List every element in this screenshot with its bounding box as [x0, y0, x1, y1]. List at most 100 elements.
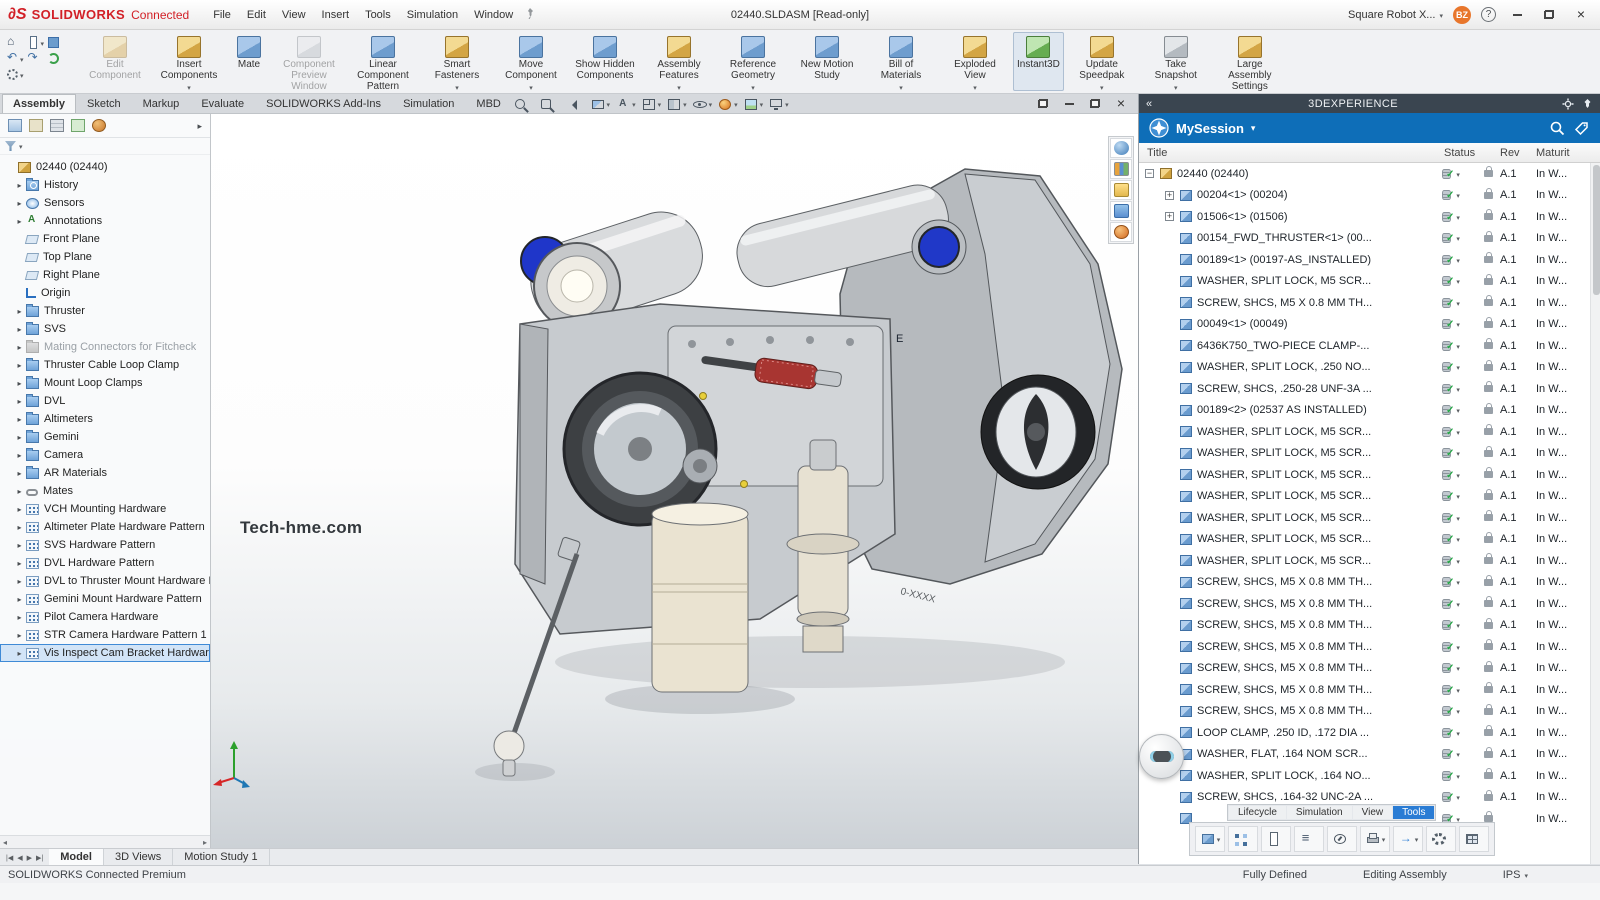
- expand-panel-arrow-icon[interactable]: [197, 120, 202, 132]
- hud-button[interactable]: [563, 97, 586, 112]
- expand-arrow-icon[interactable]: [14, 485, 25, 497]
- tabs-last-icon[interactable]: [36, 851, 43, 863]
- tree-item[interactable]: SVS Hardware Pattern: [0, 536, 210, 554]
- assistant-widget[interactable]: [1139, 734, 1184, 779]
- hud-button[interactable]: [538, 97, 561, 112]
- quick-access-button[interactable]: [27, 52, 45, 65]
- chevron-down-icon[interactable]: [1456, 254, 1460, 266]
- quick-access-button[interactable]: [47, 36, 65, 49]
- help-icon[interactable]: [1481, 7, 1496, 22]
- panel-tool-button[interactable]: [1459, 826, 1489, 852]
- menu-item[interactable]: Tools: [357, 6, 399, 24]
- tree-item[interactable]: Pilot Camera Hardware: [0, 608, 210, 626]
- command-tab[interactable]: Sketch: [76, 94, 132, 113]
- hud-button[interactable]: [614, 97, 637, 112]
- ribbon-button[interactable]: Reference Geometry: [717, 32, 789, 91]
- expand-arrow-icon[interactable]: [14, 431, 25, 443]
- chevron-down-icon[interactable]: [1456, 232, 1460, 244]
- expand-arrow-icon[interactable]: [14, 413, 25, 425]
- ribbon-button[interactable]: Update Speedpak: [1066, 32, 1138, 91]
- tree-item[interactable]: 02440 (02440): [0, 158, 210, 176]
- chevron-down-icon[interactable]: [1456, 770, 1460, 782]
- expand-arrow-icon[interactable]: [14, 179, 25, 191]
- tree-item[interactable]: DVL to Thruster Mount Hardware Pa...: [0, 572, 210, 590]
- ribbon-button[interactable]: Exploded View: [939, 32, 1011, 91]
- tree-item[interactable]: SVS: [0, 320, 210, 338]
- dimxpert-manager-tab-icon[interactable]: [71, 119, 85, 132]
- ribbon-button[interactable]: Insert Components: [153, 32, 225, 91]
- chevron-down-icon[interactable]: [1456, 426, 1460, 438]
- chevron-down-icon[interactable]: [1456, 340, 1460, 352]
- quick-access-button[interactable]: [6, 68, 24, 81]
- table-row[interactable]: WASHER, SPLIT LOCK, M5 SCR... A.1 In W..…: [1139, 464, 1600, 486]
- chevron-down-icon[interactable]: [1456, 211, 1460, 223]
- chevron-down-icon[interactable]: [1456, 189, 1460, 201]
- panel-tool-button[interactable]: [1426, 826, 1456, 852]
- tree-item[interactable]: Thruster Cable Loop Clamp: [0, 356, 210, 374]
- tag-icon[interactable]: [1573, 120, 1590, 137]
- column-title[interactable]: Title: [1139, 147, 1444, 159]
- tree-item[interactable]: Altimeter Plate Hardware Pattern: [0, 518, 210, 536]
- task-pane-button[interactable]: [1110, 180, 1132, 200]
- expand-arrow-icon[interactable]: [14, 647, 25, 659]
- expand-arrow-icon[interactable]: [14, 629, 25, 641]
- tree-item[interactable]: Altimeters: [0, 410, 210, 428]
- table-row[interactable]: SCREW, SHCS, M5 X 0.8 MM TH... A.1 In W.…: [1139, 701, 1600, 723]
- panel-tool-button[interactable]: [1228, 826, 1258, 852]
- chevron-down-icon[interactable]: [1456, 684, 1460, 696]
- table-row[interactable]: WASHER, SPLIT LOCK, M5 SCR... A.1 In W..…: [1139, 421, 1600, 443]
- table-row[interactable]: SCREW, SHCS, M5 X 0.8 MM TH... A.1 In W.…: [1139, 658, 1600, 680]
- tree-item[interactable]: Top Plane: [0, 248, 210, 266]
- expand-arrow-icon[interactable]: [14, 197, 25, 209]
- ribbon-button[interactable]: Large Assembly Settings: [1214, 32, 1286, 91]
- session-selector[interactable]: MySession: [1176, 121, 1244, 136]
- account-menu[interactable]: Square Robot X...: [1348, 9, 1443, 21]
- table-row[interactable]: WASHER, SPLIT LOCK, M5 SCR... A.1 In W..…: [1139, 271, 1600, 293]
- panel-tool-button[interactable]: [1195, 826, 1225, 852]
- chevron-down-icon[interactable]: [1456, 576, 1460, 588]
- chevron-down-icon[interactable]: [1456, 748, 1460, 760]
- expand-arrow-icon[interactable]: [14, 575, 25, 587]
- tree-item[interactable]: Camera: [0, 446, 210, 464]
- column-status[interactable]: Status: [1444, 147, 1500, 159]
- document-tab[interactable]: Model: [49, 849, 104, 865]
- expand-arrow-icon[interactable]: [14, 521, 25, 533]
- expand-arrow-icon[interactable]: [14, 557, 25, 569]
- chevron-down-icon[interactable]: [1456, 727, 1460, 739]
- ribbon-button[interactable]: Edit Component: [79, 32, 151, 91]
- expander-icon[interactable]: [1165, 191, 1174, 200]
- tree-item[interactable]: Mount Loop Clamps: [0, 374, 210, 392]
- table-row[interactable]: WASHER, SPLIT LOCK, M5 SCR... A.1 In W..…: [1139, 550, 1600, 572]
- doc-minimize-button[interactable]: [1060, 96, 1078, 111]
- table-row[interactable]: 00189<1> (00197-AS_INSTALLED) A.1 In W..…: [1139, 249, 1600, 271]
- table-row[interactable]: WASHER, SPLIT LOCK, M5 SCR... A.1 In W..…: [1139, 443, 1600, 465]
- hud-button[interactable]: [665, 97, 688, 112]
- chevron-down-icon[interactable]: [1456, 512, 1460, 524]
- expand-arrow-icon[interactable]: [14, 467, 25, 479]
- menu-item[interactable]: Edit: [239, 6, 274, 24]
- panel-tool-button[interactable]: [1360, 826, 1390, 852]
- expander-icon[interactable]: [1145, 169, 1154, 178]
- table-row[interactable]: WASHER, SPLIT LOCK, M5 SCR... A.1 In W..…: [1139, 529, 1600, 551]
- panel-tab[interactable]: View: [1353, 806, 1393, 819]
- feature-manager-tab-icon[interactable]: [8, 119, 22, 132]
- tree-item[interactable]: Origin: [0, 284, 210, 302]
- menu-item[interactable]: Insert: [314, 6, 358, 24]
- table-row[interactable]: 02440 (02440) A.1 In W...: [1139, 163, 1600, 185]
- expand-arrow-icon[interactable]: [14, 503, 25, 515]
- tree-item[interactable]: Mates: [0, 482, 210, 500]
- expand-arrow-icon[interactable]: [14, 395, 25, 407]
- quick-access-button[interactable]: [27, 36, 45, 49]
- hud-button[interactable]: [691, 97, 714, 112]
- table-row[interactable]: 6436K750_TWO-PIECE CLAMP-... A.1 In W...: [1139, 335, 1600, 357]
- chevron-down-icon[interactable]: [1456, 490, 1460, 502]
- expand-arrow-icon[interactable]: [14, 305, 25, 317]
- chevron-down-icon[interactable]: [1456, 533, 1460, 545]
- menu-item[interactable]: Window: [466, 6, 521, 24]
- tree-item[interactable]: Gemini Mount Hardware Pattern: [0, 590, 210, 608]
- expand-arrow-icon[interactable]: [14, 611, 25, 623]
- chevron-down-icon[interactable]: [1456, 555, 1460, 567]
- table-row[interactable]: WASHER, SPLIT LOCK, M5 SCR... A.1 In W..…: [1139, 486, 1600, 508]
- ribbon-button[interactable]: Take Snapshot: [1140, 32, 1212, 91]
- quick-access-button[interactable]: [47, 52, 65, 65]
